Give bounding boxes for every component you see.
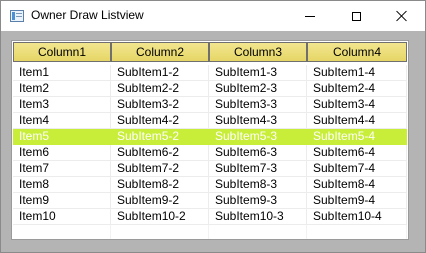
column-header-3[interactable]: Column3 <box>209 42 307 62</box>
table-cell: SubItem8-3 <box>209 177 307 192</box>
table-cell: SubItem2-3 <box>209 81 307 96</box>
empty-cell <box>111 225 209 239</box>
table-row[interactable]: Item1 SubItem1-2 SubItem1-3 SubItem1-4 <box>13 65 407 81</box>
table-cell: Item5 <box>13 129 111 144</box>
close-button[interactable] <box>379 1 425 31</box>
table-cell: SubItem7-2 <box>111 161 209 176</box>
minimize-button[interactable] <box>287 1 333 31</box>
table-cell: Item1 <box>13 65 111 80</box>
owner-draw-listview[interactable]: Column1 Column2 Column3 Column4 Item1 Sub… <box>11 40 409 240</box>
table-cell: Item8 <box>13 177 111 192</box>
window-title: Owner Draw Listview <box>31 8 144 22</box>
empty-row <box>13 225 407 239</box>
table-cell: Item2 <box>13 81 111 96</box>
table-cell: SubItem4-4 <box>307 113 407 128</box>
listview-header: Column1 Column2 Column3 Column4 <box>13 42 408 62</box>
app-window: Owner Draw Listview Column1 Column2 Colu… <box>0 0 426 253</box>
table-cell: SubItem7-4 <box>307 161 407 176</box>
table-cell: SubItem9-3 <box>209 193 307 208</box>
table-cell: SubItem10-2 <box>111 209 209 224</box>
minimize-icon <box>305 15 315 17</box>
table-cell: SubItem3-3 <box>209 97 307 112</box>
table-cell: SubItem8-4 <box>307 177 407 192</box>
table-row[interactable]: Item6 SubItem6-2 SubItem6-3 SubItem6-4 <box>13 145 407 161</box>
listview-rows: Item1 SubItem1-2 SubItem1-3 SubItem1-4 Item2… <box>13 65 407 239</box>
table-cell: SubItem6-3 <box>209 145 307 160</box>
listview-app-icon <box>10 10 24 22</box>
table-cell: SubItem8-2 <box>111 177 209 192</box>
table-cell: SubItem1-3 <box>209 65 307 80</box>
table-cell: Item4 <box>13 113 111 128</box>
table-cell: SubItem6-4 <box>307 145 407 160</box>
maximize-icon <box>351 11 361 21</box>
empty-cell <box>209 225 307 239</box>
table-cell: SubItem10-3 <box>209 209 307 224</box>
maximize-button[interactable] <box>333 1 379 31</box>
table-cell: Item3 <box>13 97 111 112</box>
table-row[interactable]: Item3 SubItem3-2 SubItem3-3 SubItem3-4 <box>13 97 407 113</box>
table-cell: SubItem4-3 <box>209 113 307 128</box>
table-cell: SubItem1-2 <box>111 65 209 80</box>
table-row[interactable]: Item2 SubItem2-2 SubItem2-3 SubItem2-4 <box>13 81 407 97</box>
column-header-4[interactable]: Column4 <box>307 42 407 62</box>
table-row[interactable]: Item8 SubItem8-2 SubItem8-3 SubItem8-4 <box>13 177 407 193</box>
table-cell: Item7 <box>13 161 111 176</box>
table-row[interactable]: Item10 SubItem10-2 SubItem10-3 SubItem10-4 <box>13 209 407 225</box>
table-row[interactable]: Item4 SubItem4-2 SubItem4-3 SubItem4-4 <box>13 113 407 129</box>
close-icon <box>396 10 408 22</box>
title-bar[interactable]: Owner Draw Listview <box>1 1 425 31</box>
client-area: Column1 Column2 Column3 Column4 Item1 Sub… <box>1 31 425 252</box>
table-cell: SubItem6-2 <box>111 145 209 160</box>
table-row-selected[interactable]: Item5 SubItem5-2 SubItem5-3 SubItem5-4 <box>13 129 407 145</box>
table-cell: SubItem2-2 <box>111 81 209 96</box>
table-row[interactable]: Item7 SubItem7-2 SubItem7-3 SubItem7-4 <box>13 161 407 177</box>
table-row[interactable]: Item9 SubItem9-2 SubItem9-3 SubItem9-4 <box>13 193 407 209</box>
table-cell: SubItem9-2 <box>111 193 209 208</box>
table-cell: SubItem7-3 <box>209 161 307 176</box>
table-cell: SubItem3-2 <box>111 97 209 112</box>
empty-cell <box>13 225 111 239</box>
table-cell: SubItem5-2 <box>111 129 209 144</box>
table-cell: SubItem2-4 <box>307 81 407 96</box>
table-cell: SubItem5-4 <box>307 129 407 144</box>
table-cell: SubItem5-3 <box>209 129 307 144</box>
table-cell: SubItem4-2 <box>111 113 209 128</box>
table-cell: Item9 <box>13 193 111 208</box>
table-cell: SubItem3-4 <box>307 97 407 112</box>
table-cell: SubItem1-4 <box>307 65 407 80</box>
table-cell: Item10 <box>13 209 111 224</box>
table-cell: SubItem9-4 <box>307 193 407 208</box>
empty-cell <box>307 225 407 239</box>
table-cell: SubItem10-4 <box>307 209 407 224</box>
column-header-2[interactable]: Column2 <box>111 42 209 62</box>
column-header-1[interactable]: Column1 <box>13 42 111 62</box>
table-cell: Item6 <box>13 145 111 160</box>
